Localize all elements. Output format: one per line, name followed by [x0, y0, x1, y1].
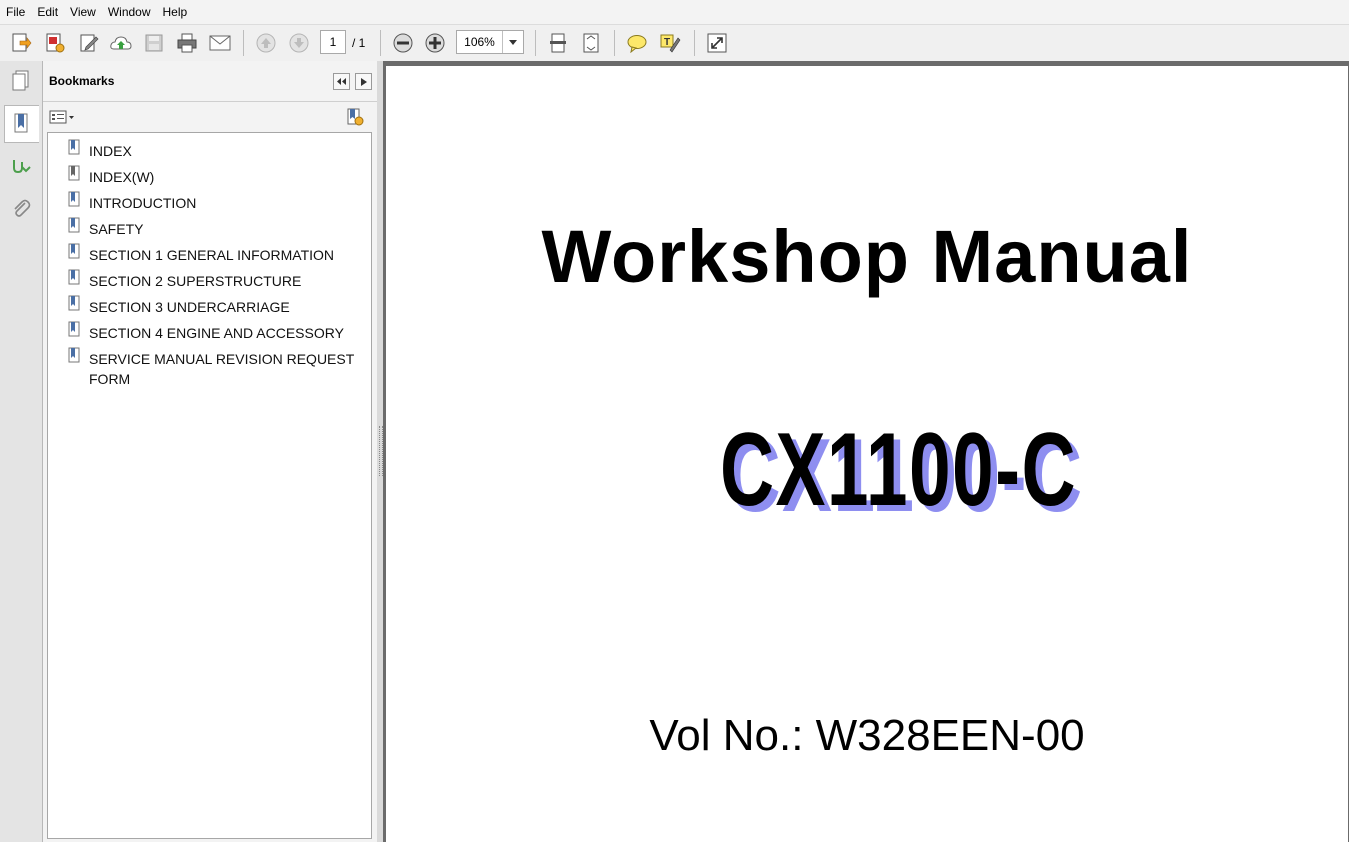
bookmarks-panel-icon[interactable]: [4, 105, 39, 143]
page-number-input[interactable]: [320, 30, 346, 54]
page-total: / 1: [352, 36, 366, 50]
bookmark-icon: [68, 347, 81, 367]
bookmarks-panel: Bookmarks INDEX INDEX(W) INTRODUCTION SA…: [43, 61, 377, 842]
expand-panel-icon[interactable]: [355, 73, 372, 90]
zoom-in-icon[interactable]: [422, 30, 448, 56]
highlight-text-icon[interactable]: T: [657, 30, 683, 56]
page-thumbnails-icon[interactable]: [4, 63, 38, 99]
fullscreen-icon[interactable]: [704, 30, 730, 56]
bookmark-icon: [68, 243, 81, 263]
bookmark-icon: [68, 165, 81, 185]
bookmarks-tree: INDEX INDEX(W) INTRODUCTION SAFETY SECTI…: [47, 132, 372, 839]
bookmarks-header: Bookmarks: [43, 61, 377, 102]
zoom-select[interactable]: 106%: [456, 30, 524, 54]
bookmark-label: INTRODUCTION: [89, 195, 197, 211]
edit-document-icon[interactable]: [76, 30, 102, 56]
comment-icon[interactable]: [624, 30, 650, 56]
options-menu-icon[interactable]: [49, 110, 75, 127]
chevron-down-icon[interactable]: [502, 31, 523, 53]
email-icon[interactable]: [207, 30, 233, 56]
bookmark-label: INDEX(W): [89, 169, 155, 185]
bookmark-label: INDEX: [89, 143, 132, 159]
menu-help[interactable]: Help: [157, 0, 194, 24]
bookmark-icon: [68, 217, 81, 237]
bookmark-label: SECTION 4 ENGINE AND ACCESSORY: [89, 325, 344, 341]
menu-file[interactable]: File: [0, 0, 31, 24]
bookmark-icon: [68, 191, 81, 211]
menu-view[interactable]: View: [64, 0, 102, 24]
bookmark-icon: [68, 295, 81, 315]
bookmark-label: SECTION 2 SUPERSTRUCTURE: [89, 273, 302, 289]
menu-edit[interactable]: Edit: [31, 0, 64, 24]
fit-width-icon[interactable]: [578, 30, 604, 56]
bookmark-icon: [68, 139, 81, 159]
new-bookmark-icon[interactable]: [346, 108, 364, 129]
bookmarks-toolbar: [43, 102, 377, 132]
signatures-icon[interactable]: [4, 149, 38, 185]
zoom-out-icon[interactable]: [390, 30, 416, 56]
print-icon[interactable]: [174, 30, 200, 56]
svg-text:T: T: [664, 37, 670, 48]
bookmark-icon: [68, 321, 81, 341]
navigation-rail: [0, 61, 43, 842]
menu-bar: File Edit View Window Help: [0, 0, 1349, 24]
bookmark-label: SAFETY: [89, 221, 144, 237]
bookmark-label: SECTION 3 UNDERCARRIAGE: [89, 299, 290, 315]
create-pdf-icon[interactable]: [8, 30, 34, 56]
previous-page-icon[interactable]: [253, 30, 279, 56]
document-title: Workshop Manual: [541, 215, 1193, 298]
upload-cloud-icon[interactable]: [108, 30, 134, 56]
model-number: CX1100-C: [720, 412, 1078, 528]
attachments-icon[interactable]: [4, 191, 38, 227]
zoom-value: 106%: [464, 35, 495, 49]
pdf-page: Workshop Manual CX1100-C Vol No.: W328EE…: [386, 66, 1348, 842]
bookmark-label: SERVICE MANUAL REVISION REQUEST FORM: [89, 351, 355, 387]
fit-page-icon[interactable]: [545, 30, 571, 56]
bookmark-label: SECTION 1 GENERAL INFORMATION: [89, 247, 335, 263]
document-view[interactable]: Workshop Manual CX1100-C Vol No.: W328EE…: [383, 61, 1349, 842]
volume-number: Vol No.: W328EEN-00: [649, 711, 1085, 760]
save-icon[interactable]: [141, 30, 167, 56]
next-page-icon[interactable]: [286, 30, 312, 56]
menu-window[interactable]: Window: [102, 0, 157, 24]
toolbar: / 1 106% T: [0, 24, 1349, 62]
combine-files-icon[interactable]: [42, 30, 68, 56]
collapse-panel-icon[interactable]: [333, 73, 350, 90]
bookmarks-title: Bookmarks: [49, 74, 115, 88]
bookmark-icon: [68, 269, 81, 289]
